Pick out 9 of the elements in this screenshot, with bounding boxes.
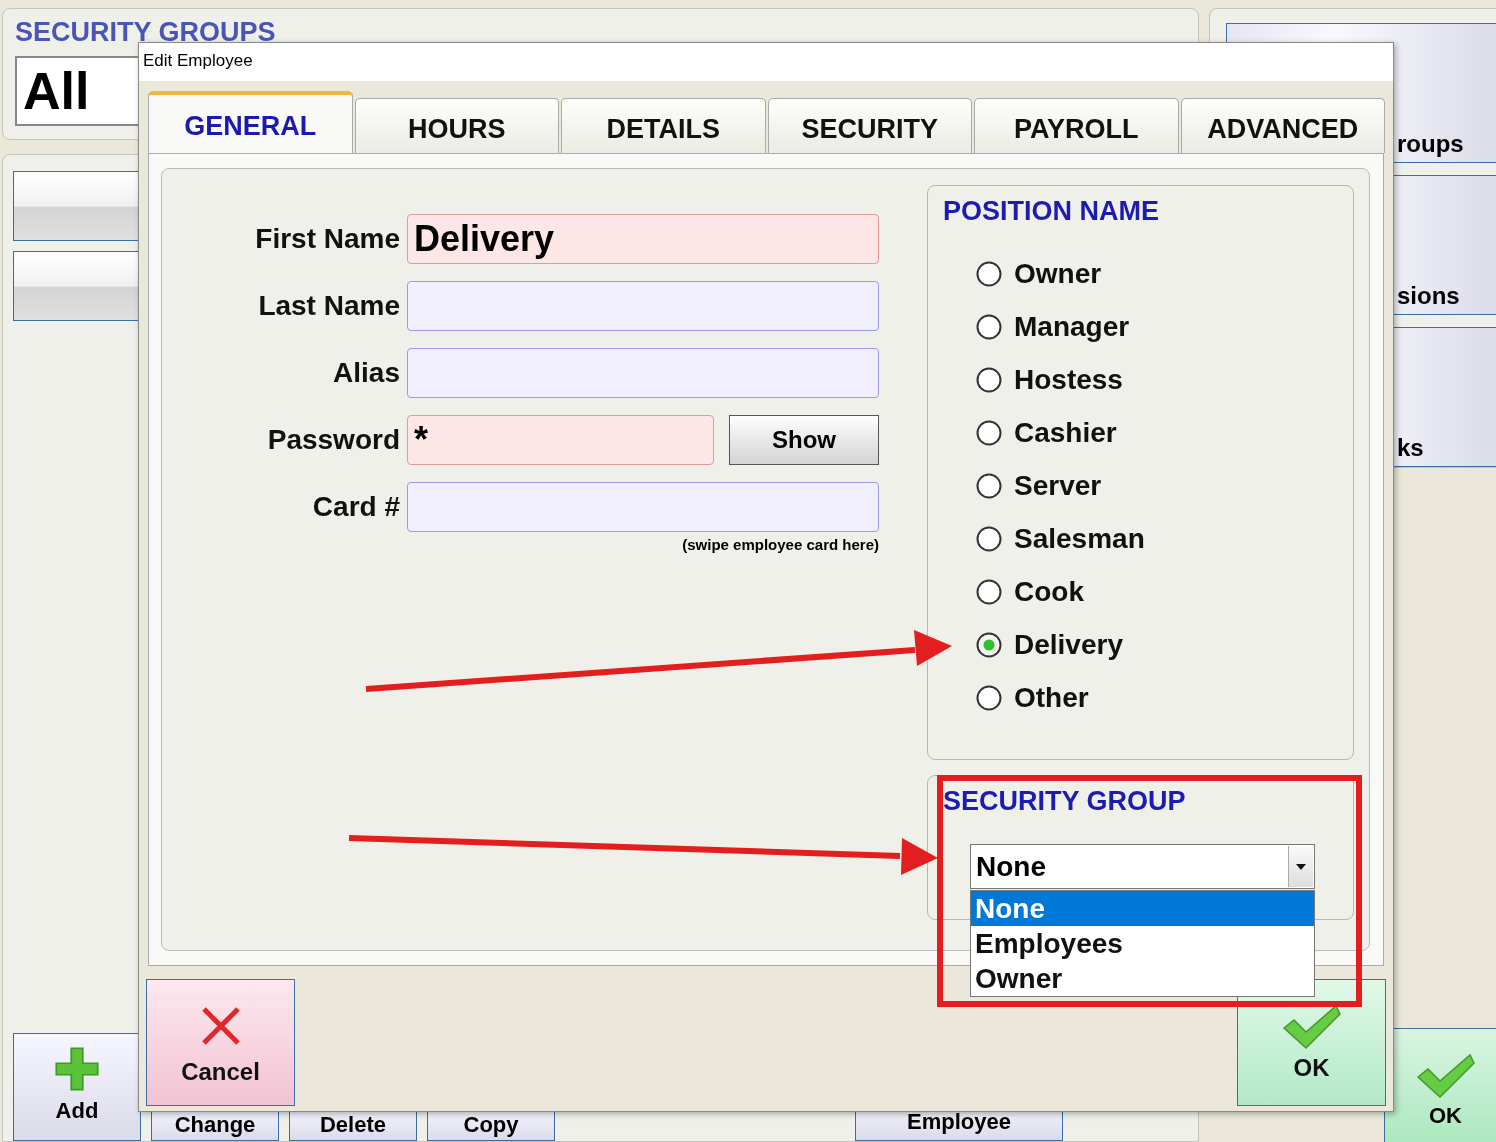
field-label: First Name bbox=[254, 222, 400, 256]
field-hint: (swipe employee card here) bbox=[682, 536, 879, 553]
field-label: Password bbox=[266, 423, 400, 457]
field-label: Card # bbox=[311, 490, 400, 524]
group-title: POSITION NAME bbox=[943, 196, 1159, 226]
window-title: Edit Employee bbox=[139, 43, 1393, 81]
field-label: Alias bbox=[332, 356, 400, 390]
group-title: SECURITY GROUP bbox=[943, 786, 1186, 816]
field-label: Last Name bbox=[257, 289, 400, 323]
